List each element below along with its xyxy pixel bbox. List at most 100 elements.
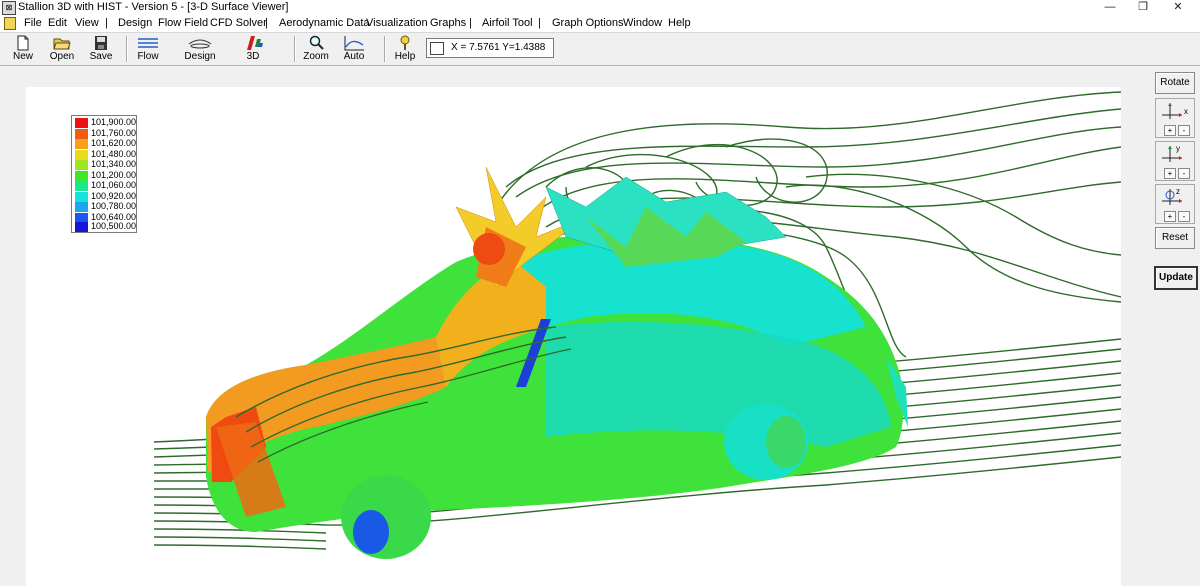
legend-swatch (75, 128, 88, 139)
legend-swatch (75, 149, 88, 160)
coordinate-readout: X = 7.5761 Y=1.4388 (426, 38, 554, 58)
menu-airfoil-tool[interactable]: Airfoil Tool (482, 17, 533, 29)
rotate-z-plus[interactable]: + (1164, 211, 1176, 222)
legend-value: 100,780.00 (91, 201, 137, 211)
legend-value: 100,500.00 (91, 221, 137, 231)
rotate-x-group: x + - (1155, 98, 1195, 138)
toolbar-separator (126, 36, 128, 62)
design-button[interactable]: Design (180, 35, 220, 63)
axis-y-label: y (1176, 144, 1180, 153)
menu-separator: | (469, 17, 472, 29)
legend-value: 101,760.00 (91, 127, 137, 138)
design-label: Design (184, 51, 216, 62)
rotate-z-group: z + - (1155, 184, 1195, 224)
auto-button[interactable]: Auto (338, 35, 370, 63)
open-button[interactable]: Open (46, 35, 78, 63)
rotate-x-minus[interactable]: - (1178, 125, 1190, 136)
airfoil-design-icon (188, 39, 212, 49)
menu-file[interactable]: File (24, 17, 42, 29)
help-label: Help (394, 51, 416, 62)
rotate-z-minus[interactable]: - (1178, 211, 1190, 222)
zoom-label: Zoom (303, 51, 329, 62)
axis-x-label: x (1184, 107, 1188, 116)
minimize-icon[interactable]: — (1095, 0, 1125, 15)
legend-value: 101,060.00 (91, 180, 137, 190)
legend-value: 101,620.00 (91, 138, 137, 148)
menu-view[interactable]: View (75, 17, 99, 29)
rotate-y-group: y + - (1155, 141, 1195, 181)
update-button[interactable]: Update (1154, 266, 1198, 290)
flow-lines-icon (138, 38, 158, 48)
magnifier-icon (309, 35, 324, 50)
flow-label: Flow (137, 51, 159, 62)
save-disk-icon (95, 36, 107, 50)
x-axis-icon (1162, 103, 1182, 119)
legend-swatch (75, 202, 88, 212)
legend-value: 100,920.00 (91, 190, 137, 201)
legend-value: 101,480.00 (91, 148, 137, 159)
3d-button[interactable]: 3D (236, 35, 270, 63)
legend-value: 101,200.00 (91, 169, 137, 180)
menu-window[interactable]: Window (623, 17, 662, 29)
coordinate-text: X = 7.5761 Y=1.4388 (451, 42, 546, 53)
menu-graphs[interactable]: Graphs (430, 17, 466, 29)
menu-separator: | (105, 17, 108, 29)
zoom-button[interactable]: Zoom (301, 35, 331, 63)
reset-button[interactable]: Reset (1155, 227, 1195, 249)
legend-swatch (75, 222, 88, 232)
help-button[interactable]: Help (390, 35, 420, 63)
toolbar: New Open Save Flow Design 3D Zoom Auto H… (0, 33, 1200, 66)
3d-view-icon (247, 36, 263, 50)
auto-scale-chart-icon (344, 36, 364, 51)
car-body (206, 235, 908, 559)
legend-value: 101,900.00 (91, 117, 137, 127)
open-folder-icon (53, 38, 71, 50)
open-label: Open (49, 51, 75, 62)
menu-bar: File Edit View | Design Flow Field CFD S… (0, 15, 1200, 33)
view-control-panel: Rotate x + - y + - z + - Reset Update (1152, 70, 1198, 290)
legend-swatch (75, 170, 88, 181)
auto-label: Auto (343, 51, 365, 62)
rotate-x-plus[interactable]: + (1164, 125, 1176, 136)
new-label: New (12, 51, 33, 62)
menu-help[interactable]: Help (668, 17, 691, 29)
new-file-icon (17, 35, 29, 51)
restore-icon[interactable]: ❐ (1128, 0, 1158, 15)
legend-swatch (75, 118, 88, 128)
z-axis-icon (1162, 189, 1182, 205)
legend-swatch (75, 191, 88, 202)
cursor-position-icon (430, 42, 444, 55)
menu-aerodynamic-data[interactable]: Aerodynamic Data (279, 17, 370, 29)
menu-separator: | (538, 17, 541, 29)
surface-render[interactable] (26, 87, 1121, 586)
3d-surface-viewer[interactable]: 101,900.00 101,760.00 101,620.00 101,480… (26, 87, 1121, 586)
save-button[interactable]: Save (86, 35, 116, 63)
menu-graph-options[interactable]: Graph Options (552, 17, 624, 29)
app-icon[interactable]: ⊠ (2, 1, 16, 15)
help-icon (400, 35, 410, 50)
rotate-y-plus[interactable]: + (1164, 168, 1176, 179)
toolbar-separator (294, 36, 296, 62)
save-label: Save (89, 51, 113, 62)
new-button[interactable]: New (8, 35, 38, 63)
rotate-button[interactable]: Rotate (1155, 72, 1195, 94)
axis-z-label: z (1176, 187, 1180, 196)
flow-button[interactable]: Flow (132, 35, 164, 63)
toolbar-separator (384, 36, 386, 62)
legend-swatch (75, 212, 88, 223)
legend-swatch (75, 181, 88, 191)
title-bar: ⊠ Stallion 3D with HIST - Version 5 - [3… (0, 0, 1200, 15)
menu-visualization[interactable]: Visualization (366, 17, 428, 29)
pressure-legend: 101,900.00 101,760.00 101,620.00 101,480… (71, 115, 137, 233)
legend-value: 100,640.00 (91, 211, 137, 222)
rotate-y-minus[interactable]: - (1178, 168, 1190, 179)
close-icon[interactable]: ✕ (1163, 0, 1193, 15)
menu-cfd-solver[interactable]: CFD Solver (210, 17, 267, 29)
legend-swatch (75, 160, 88, 170)
mdi-document-icon[interactable] (4, 17, 16, 30)
menu-separator: | (265, 17, 268, 29)
menu-edit[interactable]: Edit (48, 17, 67, 29)
menu-design[interactable]: Design (118, 17, 152, 29)
3d-label: 3D (246, 51, 260, 62)
menu-flow-field[interactable]: Flow Field (158, 17, 208, 29)
